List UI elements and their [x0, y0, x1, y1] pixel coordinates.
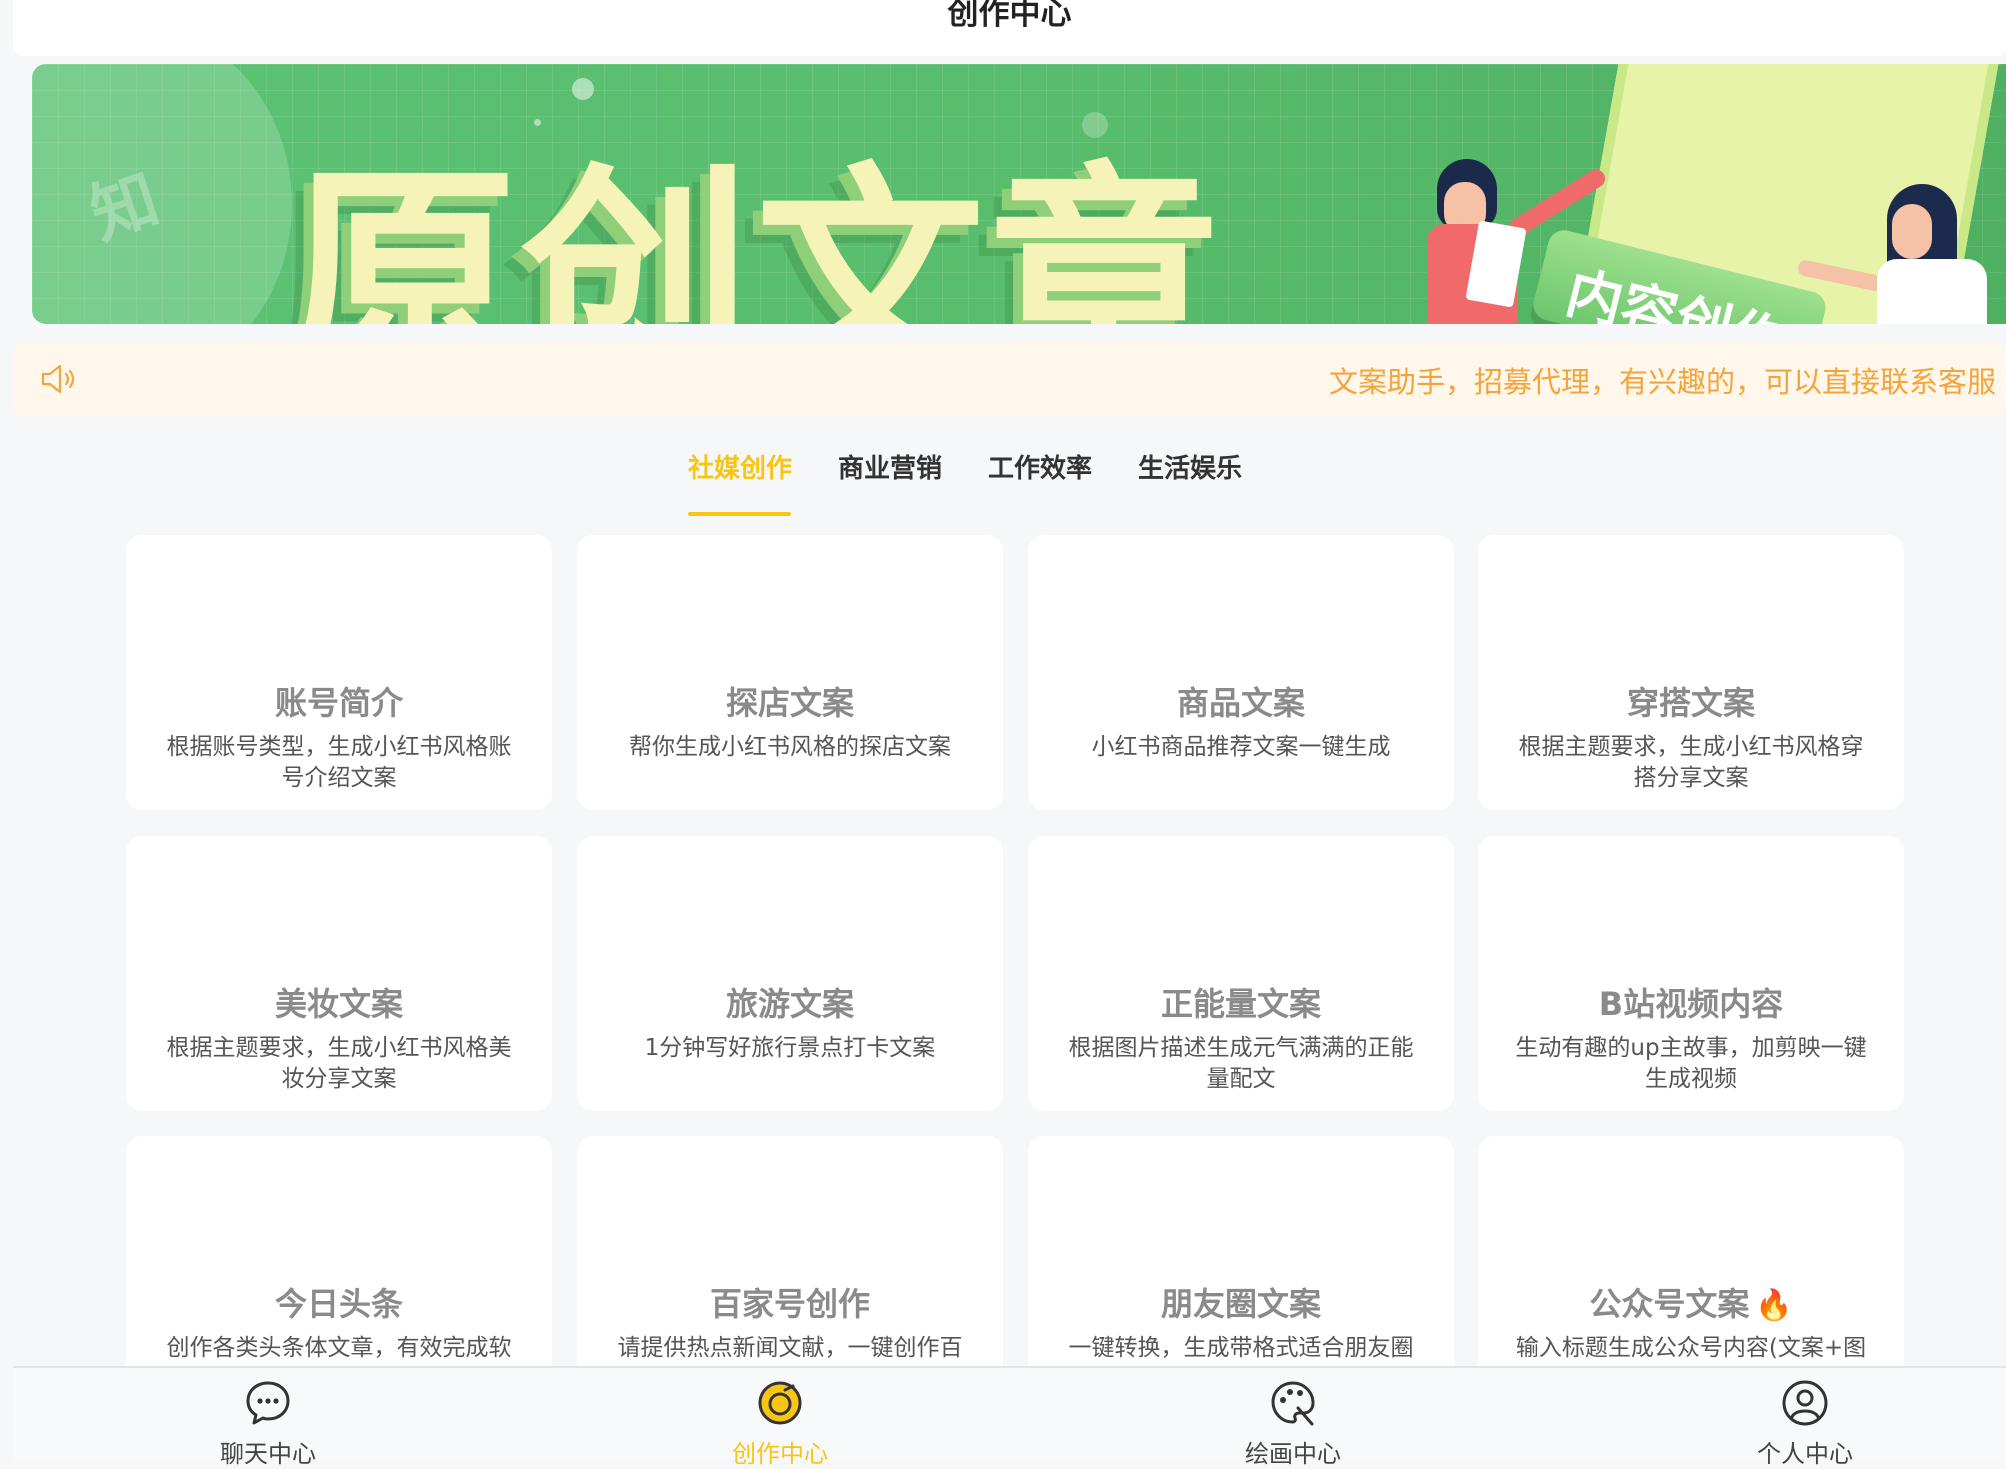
- nav-label: 个人中心: [1757, 1440, 1853, 1468]
- card-title: 百家号创作: [709, 1285, 870, 1323]
- nav-chat-center[interactable]: 聊天中心: [178, 1368, 358, 1468]
- card-title-wrap: 公众号文案 🔥: [1478, 1279, 1904, 1325]
- user-icon: [1782, 1380, 1828, 1426]
- nav-label: 创作中心: [732, 1440, 828, 1468]
- card-makeup-copy[interactable]: 美妆文案 根据主题要求，生成小红书风格美妆分享文案: [126, 836, 552, 1111]
- card-description: 小红书商品推荐文案一键生成: [1091, 734, 1391, 760]
- banner-decoration-dot: [572, 78, 594, 100]
- banner-decoration-dot: [534, 119, 541, 126]
- card-travel-copy[interactable]: 旅游文案 1分钟写好旅行景点打卡文案: [577, 836, 1003, 1111]
- card-description: 生动有趣的up主故事，加剪映一键生成视频: [1515, 1035, 1867, 1092]
- card-description: 一键转换，生成带格式适合朋友圈: [1068, 1335, 1414, 1361]
- card-bilibili-video[interactable]: B站视频内容 生动有趣的up主故事，加剪映一键生成视频: [1478, 836, 1904, 1111]
- speaker-icon: [41, 364, 75, 394]
- card-title: 账号简介: [274, 684, 403, 722]
- tab-work-efficiency[interactable]: 工作效率: [988, 448, 1092, 485]
- card-title: 旅游文案: [725, 985, 854, 1023]
- palette-icon: [1271, 1381, 1315, 1426]
- card-outfit-copy[interactable]: 穿搭文案 根据主题要求，生成小红书风格穿搭分享文案: [1478, 535, 1904, 810]
- card-description: 根据主题要求，生成小红书风格穿搭分享文案: [1518, 734, 1864, 791]
- card-title: B站视频内容: [1598, 985, 1784, 1023]
- card-title: 商品文案: [1176, 684, 1305, 722]
- banner-decoration-dot: [1082, 112, 1108, 138]
- card-description: 创作各类头条体文章，有效完成软: [166, 1335, 512, 1361]
- card-description: 根据图片描述生成元气满满的正能量配文: [1068, 1035, 1414, 1092]
- illustration-woman2-face: [1892, 204, 1932, 259]
- nav-label: 聊天中心: [220, 1440, 316, 1468]
- notice-text: 文案助手，招募代理，有兴趣的，可以直接联系客服: [1328, 365, 1996, 399]
- card-title: 美妆文案: [274, 985, 403, 1023]
- tab-marketing[interactable]: 商业营销: [838, 448, 942, 485]
- notice-bar[interactable]: 文案助手，招募代理，有兴趣的，可以直接联系客服: [13, 342, 2006, 416]
- category-tabs: 社媒创作 商业营销 工作效率 生活娱乐: [0, 448, 2006, 518]
- active-tab-indicator: [688, 512, 791, 516]
- nav-drawing-center[interactable]: 绘画中心: [1203, 1368, 1383, 1468]
- top-header: 创作中心: [13, 0, 2006, 56]
- card-account-intro[interactable]: 账号简介 根据账号类型，生成小红书风格账号介绍文案: [126, 535, 552, 810]
- page-title: 创作中心: [947, 0, 1072, 32]
- card-product-copy[interactable]: 商品文案 小红书商品推荐文案一键生成: [1028, 535, 1454, 810]
- nav-create-center[interactable]: 创作中心: [690, 1368, 870, 1468]
- nav-personal-center[interactable]: 个人中心: [1715, 1368, 1895, 1468]
- tab-social-media[interactable]: 社媒创作: [688, 448, 792, 485]
- fire-icon: 🔥: [1755, 1288, 1793, 1323]
- card-positive-copy[interactable]: 正能量文案 根据图片描述生成元气满满的正能量配文: [1028, 836, 1454, 1111]
- card-description: 输入标题生成公众号内容(文案+图: [1515, 1335, 1867, 1361]
- chat-bubble-icon: [246, 1381, 290, 1425]
- tab-life-entertainment[interactable]: 生活娱乐: [1138, 448, 1242, 485]
- card-title: 朋友圈文案: [1160, 1285, 1321, 1323]
- card-description: 帮你生成小红书风格的探店文案: [629, 734, 951, 760]
- card-title: 公众号文案: [1589, 1285, 1750, 1323]
- nav-label: 绘画中心: [1245, 1440, 1341, 1468]
- card-title: 探店文案: [725, 684, 854, 722]
- banner-title: 原创文章: [287, 145, 1224, 325]
- illustration-woman2-body: [1877, 259, 1987, 324]
- card-store-visit[interactable]: 探店文案 帮你生成小红书风格的探店文案: [577, 535, 1003, 810]
- create-icon: [758, 1381, 802, 1425]
- promo-banner[interactable]: 知 原创文章 内容创作: [32, 64, 2006, 324]
- card-title: 穿搭文案: [1626, 684, 1755, 722]
- card-description: 1分钟写好旅行景点打卡文案: [644, 1035, 936, 1061]
- card-title: 今日头条: [274, 1285, 403, 1323]
- banner-decoration-blob: [32, 64, 292, 324]
- bottom-navigation: 聊天中心 创作中心 绘画中心 个人中心: [13, 1366, 2006, 1468]
- card-title: 正能量文案: [1160, 985, 1321, 1023]
- card-description: 根据主题要求，生成小红书风格美妆分享文案: [166, 1035, 512, 1092]
- card-description: 请提供热点新闻文献，一键创作百: [617, 1335, 963, 1361]
- card-description: 根据账号类型，生成小红书风格账号介绍文案: [166, 734, 512, 791]
